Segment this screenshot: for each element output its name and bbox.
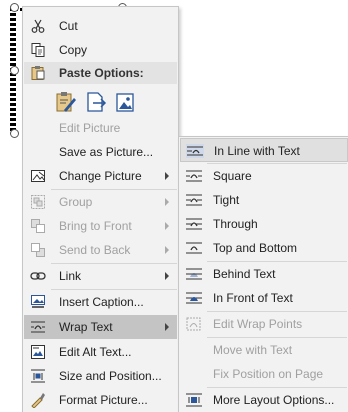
behind-text-icon [185, 267, 203, 281]
square-label: Square [213, 169, 252, 183]
change-picture-label: Change Picture [59, 169, 142, 183]
paste-options-label: Paste Options: [59, 66, 144, 80]
send-to-back-menu-item[interactable]: Send to Back [24, 238, 177, 262]
submenu-arrow-icon [165, 272, 169, 280]
save-as-picture-label: Save as Picture... [59, 145, 154, 159]
format-picture-label: Format Picture... [59, 393, 148, 407]
submenu-arrow-icon [165, 172, 169, 180]
move-with-text-label: Move with Text [213, 343, 293, 357]
size-and-position-label: Size and Position... [59, 369, 162, 383]
edit-wrap-points-label: Edit Wrap Points [213, 317, 303, 331]
inline-with-text-label: In Line with Text [214, 144, 300, 158]
change-picture-icon [30, 168, 46, 184]
square-wrap-icon [185, 169, 203, 183]
alt-text-icon [30, 344, 46, 360]
bring-to-front-icon [30, 218, 46, 234]
edit-picture-label: Edit Picture [59, 121, 121, 135]
format-picture-menu-item[interactable]: Format Picture... [24, 388, 177, 412]
wrap-text-menu-item[interactable]: Wrap Text [24, 315, 177, 339]
insert-caption-icon [30, 294, 46, 310]
edit-wrap-points-icon [185, 317, 203, 331]
paste-link-button[interactable] [84, 90, 108, 114]
insert-caption-label: Insert Caption... [59, 295, 144, 309]
size-position-icon [30, 368, 46, 384]
more-layout-options-item[interactable]: More Layout Options... [180, 388, 348, 412]
send-to-back-icon [30, 242, 46, 258]
submenu-arrow-icon [165, 222, 169, 230]
tight-wrap-icon [185, 193, 203, 207]
insert-caption-menu-item[interactable]: Insert Caption... [24, 290, 177, 314]
fix-position-on-page-label: Fix Position on Page [213, 367, 324, 381]
through-wrap-icon [185, 217, 203, 231]
edit-wrap-points-item[interactable]: Edit Wrap Points [180, 312, 348, 336]
top-and-bottom-label: Top and Bottom [213, 241, 298, 255]
wrap-behind-text-item[interactable]: Behind Text [180, 262, 348, 286]
through-label: Through [213, 217, 258, 231]
link-menu-item[interactable]: Link [24, 264, 177, 288]
top-and-bottom-wrap-icon [185, 241, 203, 255]
submenu-arrow-icon [165, 246, 169, 254]
copy-icon [30, 42, 46, 58]
link-label: Link [59, 269, 82, 283]
group-menu-item[interactable]: Group [24, 190, 177, 214]
wrap-inline-with-text-item[interactable]: In Line with Text [180, 138, 348, 162]
edit-alt-text-label: Edit Alt Text... [59, 345, 132, 359]
context-menu: Cut Copy Paste Options: Edit Picture Sav… [22, 6, 179, 412]
wrap-text-label: Wrap Text [59, 320, 113, 334]
copy-menu-item[interactable]: Copy [24, 38, 177, 62]
size-and-position-menu-item[interactable]: Size and Position... [24, 364, 177, 388]
more-layout-options-label: More Layout Options... [213, 393, 335, 407]
wrap-text-submenu: In Line with Text Square Tight Through T… [178, 136, 348, 412]
resize-handle-bottom-left[interactable] [10, 129, 19, 138]
in-front-of-text-icon [185, 291, 203, 305]
paste-picture-button[interactable] [114, 90, 138, 114]
layout-options-icon [185, 393, 203, 407]
wrap-top-and-bottom-item[interactable]: Top and Bottom [180, 236, 348, 260]
edit-picture-menu-item[interactable]: Edit Picture [24, 116, 177, 140]
submenu-arrow-icon [165, 198, 169, 206]
group-icon [30, 194, 46, 210]
cut-label: Cut [59, 19, 78, 33]
wrap-text-icon [30, 319, 46, 335]
bring-to-front-menu-item[interactable]: Bring to Front [24, 214, 177, 238]
wrap-through-item[interactable]: Through [180, 212, 348, 236]
group-label: Group [59, 195, 93, 209]
in-front-of-text-label: In Front of Text [213, 291, 293, 305]
tight-label: Tight [213, 193, 240, 207]
resize-handle-top-left[interactable] [10, 3, 19, 12]
format-picture-icon [30, 392, 46, 409]
save-as-picture-menu-item[interactable]: Save as Picture... [24, 140, 177, 164]
scissors-icon [30, 18, 46, 34]
inline-with-text-icon [186, 144, 204, 158]
behind-text-label: Behind Text [213, 267, 276, 281]
paste-icon [30, 65, 46, 84]
copy-label: Copy [59, 43, 88, 57]
link-icon [30, 268, 46, 284]
paste-picture-icon [114, 93, 138, 117]
wrap-square-item[interactable]: Square [180, 164, 348, 188]
fix-position-on-page-item[interactable]: Fix Position on Page [180, 362, 348, 386]
paste-keep-formatting-icon [54, 92, 78, 117]
wrap-tight-item[interactable]: Tight [180, 188, 348, 212]
cut-menu-item[interactable]: Cut [24, 14, 177, 38]
bring-to-front-label: Bring to Front [59, 219, 132, 233]
send-to-back-label: Send to Back [59, 243, 131, 257]
paste-keep-formatting-button[interactable] [54, 90, 78, 114]
resize-handle-left[interactable] [10, 66, 19, 75]
paste-options-header: Paste Options: [24, 62, 177, 84]
wrap-in-front-of-text-item[interactable]: In Front of Text [180, 286, 348, 310]
edit-alt-text-menu-item[interactable]: Edit Alt Text... [24, 340, 177, 364]
submenu-arrow-icon [165, 323, 169, 331]
paste-link-icon [84, 92, 108, 117]
change-picture-menu-item[interactable]: Change Picture [24, 164, 177, 188]
move-with-text-item[interactable]: Move with Text [180, 338, 348, 362]
